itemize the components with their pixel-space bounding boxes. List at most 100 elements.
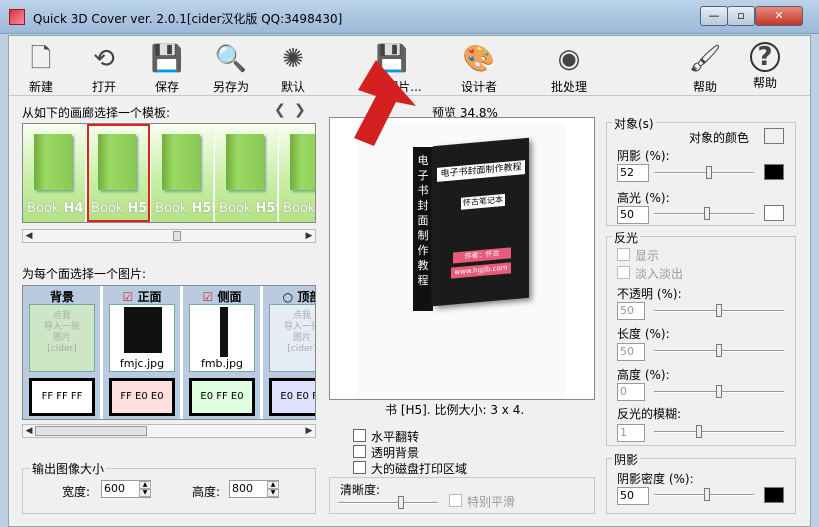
- template-item[interactable]: Book H5b: [151, 124, 221, 222]
- opacity-input[interactable]: 50: [617, 302, 645, 320]
- scroll-left-icon[interactable]: ◀: [23, 425, 35, 437]
- highlight-input[interactable]: 50: [617, 206, 649, 224]
- question-help-icon: ?: [750, 42, 780, 72]
- new-button[interactable]: 🗋 新建: [13, 38, 69, 96]
- slider-knob[interactable]: [398, 496, 404, 509]
- gallery-scrollbar[interactable]: ◀ ▶: [22, 229, 316, 243]
- slider-knob[interactable]: [716, 304, 722, 317]
- face-color-box[interactable]: FF E0 E0: [109, 378, 175, 416]
- book-thumbnail: [290, 134, 315, 190]
- highlight-slider[interactable]: [654, 207, 754, 220]
- scroll-right-icon[interactable]: ▶: [303, 425, 315, 437]
- reflection-fade-label: 淡入淡出: [635, 267, 684, 281]
- face-image-placeholder[interactable]: 点我 导入一张 图片 [cider]: [269, 304, 315, 372]
- length-label: 长度 (%):: [617, 327, 670, 341]
- template-item[interactable]: Book H4: [23, 124, 86, 222]
- reflection-fade-checkbox[interactable]: [617, 266, 630, 279]
- open-button[interactable]: ⟲ 打开: [76, 38, 132, 96]
- faces-scrollbar[interactable]: ◀ ▶: [22, 424, 316, 438]
- save-button[interactable]: 💾 保存: [139, 38, 195, 96]
- reflection-show-checkbox[interactable]: [617, 248, 630, 261]
- face-background[interactable]: 背景 点我 导入一张 图片 [cider] FF FF FF: [23, 286, 101, 419]
- flip-checkbox[interactable]: [353, 429, 366, 442]
- blur-slider[interactable]: [654, 425, 784, 438]
- spin-down-icon[interactable]: ▼: [267, 489, 279, 497]
- template-item[interactable]: Book H5t: [215, 124, 282, 222]
- shadow-slider[interactable]: [654, 166, 754, 179]
- gallery-label: 从如下的画廊选择一个模板:: [22, 106, 171, 120]
- slider-knob[interactable]: [704, 488, 710, 501]
- shadow-group-title: 阴影: [612, 451, 641, 468]
- scroll-thumb[interactable]: [35, 426, 147, 436]
- output-size-title: 输出图像大小: [30, 460, 107, 477]
- spin-up-icon[interactable]: ▲: [267, 481, 279, 489]
- object-color-swatch[interactable]: [764, 128, 784, 144]
- gallery-prev-button[interactable]: ❮: [274, 102, 286, 118]
- refl-height-slider[interactable]: [654, 385, 784, 398]
- book-spine: 电子书封面制作教程: [413, 147, 433, 311]
- smooth-checkbox[interactable]: [449, 494, 462, 507]
- save-as-button[interactable]: 🔍 另存为: [203, 38, 259, 96]
- slider-knob[interactable]: [716, 385, 722, 398]
- check-icon: ☑: [122, 290, 134, 304]
- preview-frame: 电子书封面制作教程 电子书封面制作教程 怀古笔记本 作者：怀古 www.hgjl…: [329, 117, 595, 400]
- object-color-label: 对象的颜色: [689, 131, 750, 145]
- book-cover-title: 电子书封面制作教程: [437, 160, 525, 182]
- help-brush-button[interactable]: 🖌 帮助: [677, 38, 733, 96]
- blur-input[interactable]: 1: [617, 424, 645, 442]
- face-filename: fmjc.jpg: [119, 357, 165, 370]
- spin-up-icon[interactable]: ▲: [139, 481, 151, 489]
- scroll-left-icon[interactable]: ◀: [23, 230, 35, 242]
- transparent-checkbox[interactable]: [353, 445, 366, 458]
- designer-button[interactable]: 🎨 设计者: [451, 38, 507, 96]
- cover-thumb: [124, 307, 162, 353]
- template-item[interactable]: Book: [279, 124, 315, 222]
- close-button[interactable]: ✕: [755, 6, 803, 26]
- face-color-box[interactable]: E0 FF E0: [189, 378, 255, 416]
- length-input[interactable]: 50: [617, 343, 645, 361]
- face-color-box[interactable]: FF FF FF: [29, 378, 95, 416]
- face-filename: fmb.jpg: [200, 357, 244, 370]
- shadow-density-slider[interactable]: [654, 488, 754, 501]
- template-item-selected[interactable]: Book H5: [87, 124, 150, 222]
- shadow-input[interactable]: 52: [617, 164, 649, 182]
- spin-down-icon[interactable]: ▼: [139, 489, 151, 497]
- slider-knob[interactable]: [716, 344, 722, 357]
- length-slider[interactable]: [654, 344, 784, 357]
- help-button[interactable]: ? 帮助: [737, 38, 793, 96]
- face-side[interactable]: ☑ 侧面 fmb.jpg E0 FF E0: [183, 286, 261, 419]
- sharpness-slider[interactable]: [338, 496, 438, 509]
- large-disk-checkbox[interactable]: [353, 461, 366, 474]
- object-group-title: 对象(s): [612, 115, 656, 132]
- smooth-label: 特别平滑: [467, 495, 516, 509]
- face-top[interactable]: ○ 顶部 点我 导入一张 图片 [cider] E0 E0 FF: [263, 286, 315, 419]
- batch-icon: ◉: [557, 44, 581, 74]
- shadow-density-color-swatch[interactable]: [764, 487, 784, 503]
- refl-height-input[interactable]: 0: [617, 383, 645, 401]
- reflection-group-title: 反光: [612, 229, 641, 246]
- minimize-button[interactable]: —: [700, 6, 728, 26]
- gallery-next-button[interactable]: ❯: [294, 102, 306, 118]
- default-button[interactable]: ✺ 默认: [265, 38, 321, 96]
- face-color-box[interactable]: E0 E0 FF: [269, 378, 315, 416]
- new-file-icon: 🗋: [30, 44, 52, 74]
- app-icon: [9, 9, 25, 25]
- shadow-density-input[interactable]: 50: [617, 487, 649, 505]
- shadow-color-swatch[interactable]: [764, 164, 784, 180]
- faces-label: 为每个面选择一个图片:: [22, 267, 147, 281]
- opacity-slider[interactable]: [654, 304, 784, 317]
- face-image-placeholder[interactable]: 点我 导入一张 图片 [cider]: [29, 304, 95, 372]
- batch-button[interactable]: ◉ 批处理: [541, 38, 597, 96]
- book-front-cover: 电子书封面制作教程 怀古笔记本 作者：怀古 www.hgjlb.com: [433, 137, 529, 307]
- scroll-thumb[interactable]: [173, 231, 181, 241]
- face-front[interactable]: ☑ 正面 fmjc.jpg FF E0 E0: [103, 286, 181, 419]
- scroll-right-icon[interactable]: ▶: [303, 230, 315, 242]
- slider-knob[interactable]: [704, 207, 710, 220]
- highlight-color-swatch[interactable]: [764, 205, 784, 221]
- slider-knob[interactable]: [696, 425, 702, 438]
- shadow-density-label: 阴影密度 (%):: [617, 472, 694, 486]
- maximize-button[interactable]: ▫: [727, 6, 755, 26]
- floppy-disk-icon: 💾: [150, 44, 184, 74]
- book-thumbnail: [34, 134, 72, 190]
- slider-knob[interactable]: [706, 166, 712, 179]
